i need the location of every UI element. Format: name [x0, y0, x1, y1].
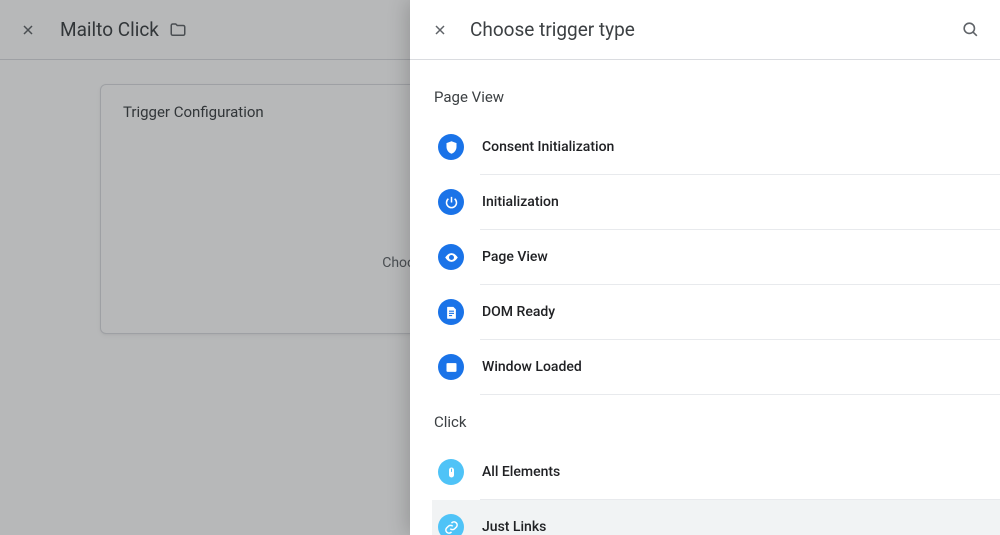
trigger-dom-ready[interactable]: DOM Ready	[432, 285, 1000, 339]
trigger-label: DOM Ready	[482, 304, 555, 320]
mouse-icon	[438, 459, 464, 485]
eye-icon	[438, 244, 464, 270]
panel-body: Page View Consent Initialization Initial…	[410, 60, 1000, 535]
trigger-consent-initialization[interactable]: Consent Initialization	[432, 120, 1000, 174]
group-label-click: Click	[428, 395, 1000, 445]
panel-title: Choose trigger type	[470, 18, 939, 41]
trigger-window-loaded[interactable]: Window Loaded	[432, 340, 1000, 394]
trigger-all-elements[interactable]: All Elements	[432, 445, 1000, 499]
panel-header: Choose trigger type	[410, 0, 1000, 60]
trigger-page-view[interactable]: Page View	[432, 230, 1000, 284]
trigger-label: Just Links	[482, 519, 546, 535]
trigger-label: Initialization	[482, 194, 559, 210]
power-icon	[438, 189, 464, 215]
link-icon	[438, 514, 464, 535]
group-label-page-view: Page View	[428, 78, 1000, 120]
search-icon[interactable]	[961, 20, 980, 39]
trigger-label: Consent Initialization	[482, 139, 614, 155]
close-icon[interactable]	[432, 22, 448, 38]
trigger-label: Window Loaded	[482, 359, 582, 375]
trigger-label: Page View	[482, 249, 548, 265]
trigger-label: All Elements	[482, 464, 560, 480]
trigger-initialization[interactable]: Initialization	[432, 175, 1000, 229]
shield-icon	[438, 134, 464, 160]
document-icon	[438, 299, 464, 325]
window-icon	[438, 354, 464, 380]
trigger-just-links[interactable]: Just Links	[432, 500, 1000, 535]
choose-trigger-panel: Choose trigger type Page View Consent In…	[410, 0, 1000, 535]
